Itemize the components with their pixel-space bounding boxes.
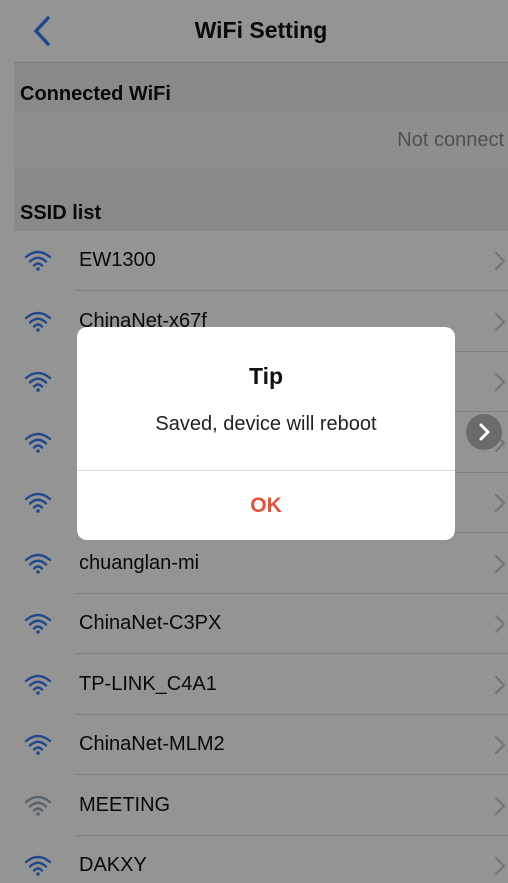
dialog-message: Saved, device will reboot xyxy=(155,413,377,435)
tip-dialog: Tip Saved, device will reboot OK xyxy=(77,327,455,540)
floating-button[interactable] xyxy=(466,414,502,450)
ok-button[interactable]: OK xyxy=(77,471,455,540)
modal-overlay[interactable]: Tip Saved, device will reboot OK xyxy=(0,0,508,883)
dialog-title: Tip xyxy=(248,363,284,389)
chevron-right-icon xyxy=(479,423,490,441)
